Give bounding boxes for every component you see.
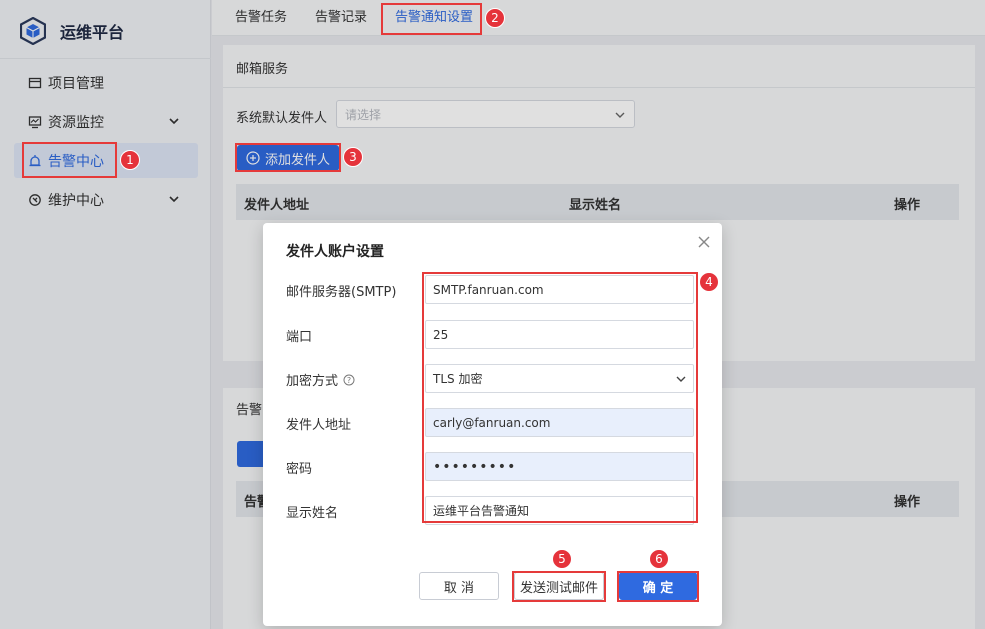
annotation-box-4 <box>422 272 698 523</box>
annotation-badge-5: 5 <box>552 549 572 569</box>
display-name-label-text: 显示姓名 <box>286 506 339 521</box>
dialog-title: 发件人账户设置 <box>286 244 384 260</box>
sender-address-label-text: 发件人地址 <box>286 418 352 433</box>
port-label: 端口 <box>286 326 312 345</box>
annotation-badge-3: 3 <box>343 147 363 167</box>
password-label: 密码 <box>286 458 312 477</box>
encryption-label-text: 加密方式 <box>286 374 339 389</box>
annotation-badge-1: 1 <box>120 150 140 170</box>
annotation-badge-4: 4 <box>699 272 719 292</box>
encryption-label: 加密方式 ? <box>286 370 355 389</box>
annotation-box-6 <box>617 571 699 602</box>
port-label-text: 端口 <box>286 330 313 345</box>
password-label-text: 密码 <box>286 462 313 477</box>
annotation-badge-2: 2 <box>485 8 505 28</box>
close-icon[interactable] <box>697 235 711 249</box>
display-name-label: 显示姓名 <box>286 502 338 521</box>
annotation-box-2 <box>381 3 482 35</box>
cancel-button[interactable]: 取 消 <box>419 572 499 600</box>
annotation-badge-6: 6 <box>649 549 669 569</box>
annotation-box-1 <box>22 142 117 178</box>
smtp-label: 邮件服务器(SMTP) <box>286 281 396 300</box>
svg-text:?: ? <box>347 376 351 385</box>
annotation-box-3 <box>235 143 341 172</box>
help-icon[interactable]: ? <box>343 374 355 386</box>
sender-address-label: 发件人地址 <box>286 414 351 433</box>
smtp-label-text: 邮件服务器(SMTP) <box>286 285 397 300</box>
annotation-box-5 <box>512 571 606 602</box>
